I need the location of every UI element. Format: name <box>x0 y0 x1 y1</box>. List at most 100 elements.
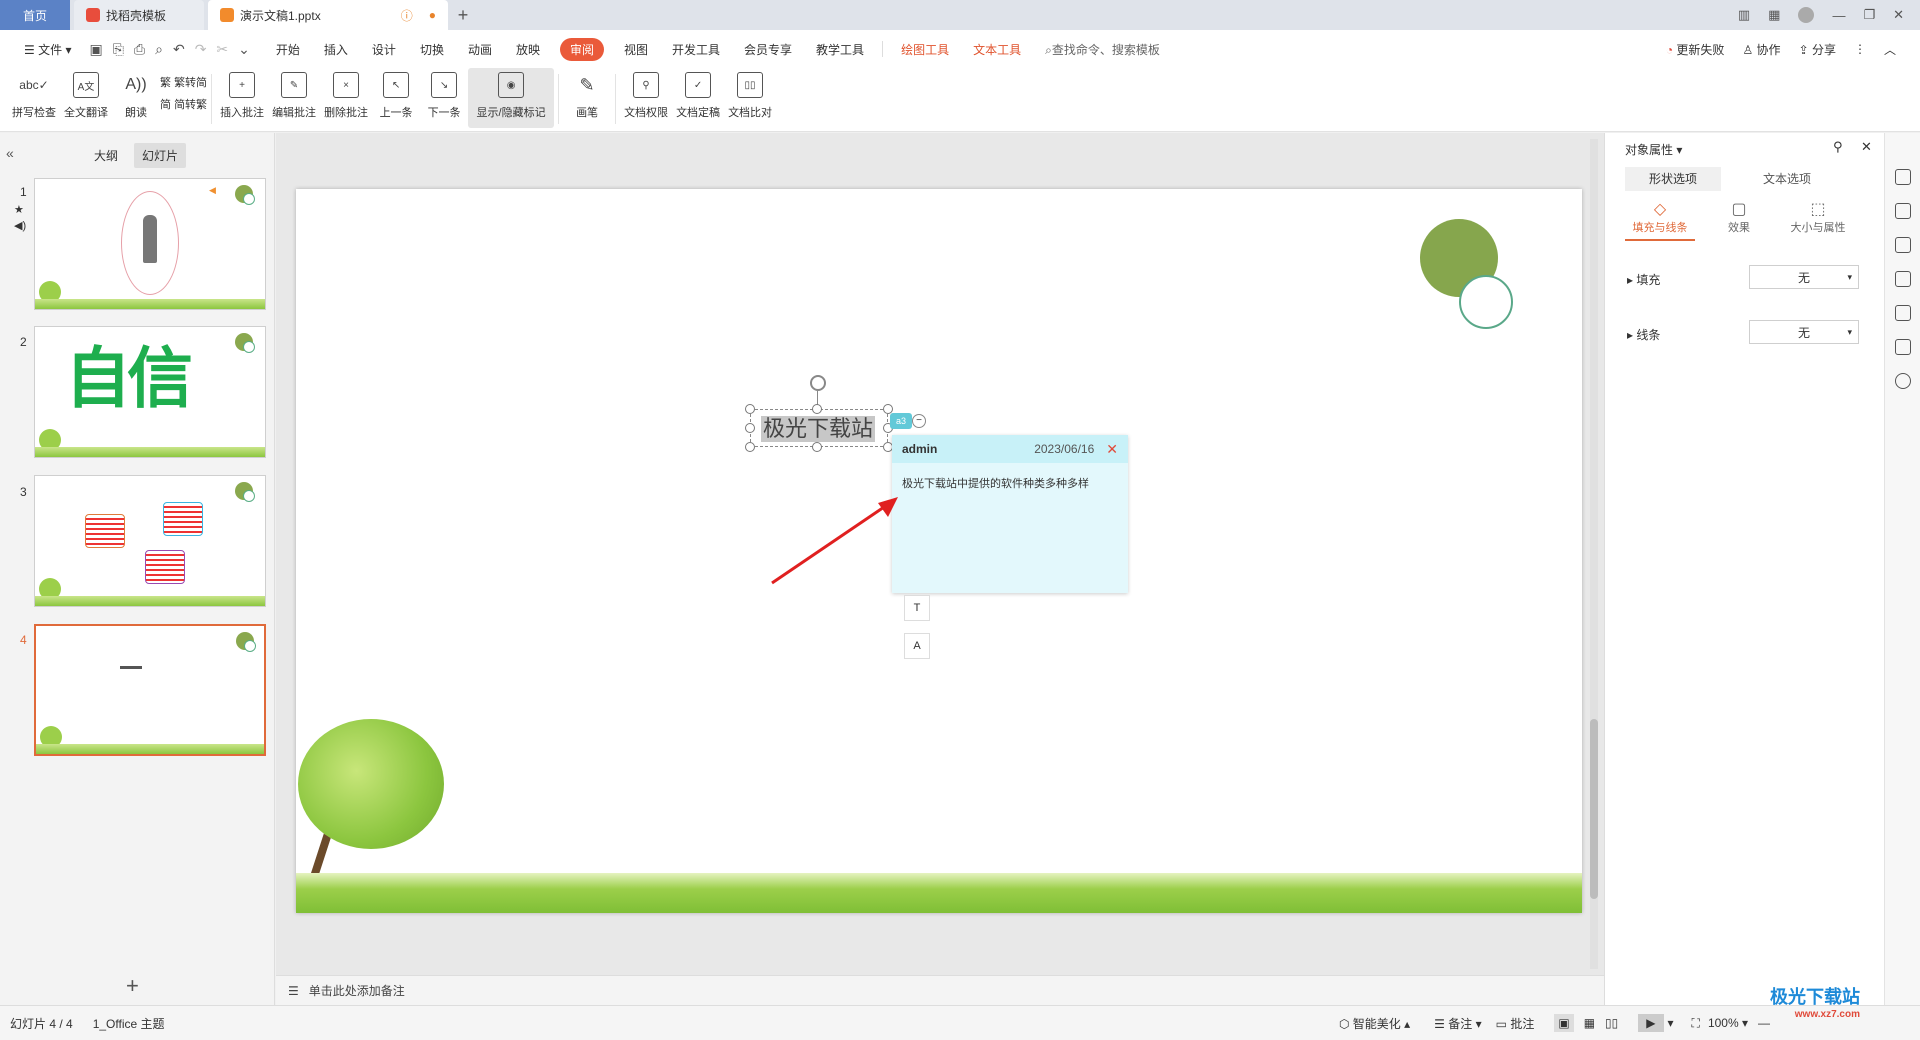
menu-member[interactable]: 会员专享 <box>732 41 804 58</box>
command-search[interactable]: ⌕查找命令、搜索模板 <box>1033 41 1172 58</box>
fill-dropdown[interactable]: 无 ▾ <box>1749 265 1859 289</box>
text-style-icon[interactable]: A <box>904 633 930 659</box>
menu-transition[interactable]: 切换 <box>408 41 456 58</box>
subtab-size[interactable]: ⬚ 大小与属性 <box>1773 199 1863 235</box>
resize-handle[interactable] <box>745 404 755 414</box>
save-icon[interactable]: ▣ <box>89 41 102 58</box>
menu-start[interactable]: 开始 <box>264 41 312 58</box>
file-menu[interactable]: ☰ 文件 ▾ <box>12 41 83 58</box>
collab-button[interactable]: ♙ 协作 <box>1742 41 1780 58</box>
next-comment-button[interactable]: ↘ 下一条 <box>420 68 468 128</box>
edit-comment-button[interactable]: ✎ 编辑批注 <box>268 68 320 128</box>
textbox-text[interactable]: 极光下载站 <box>761 416 876 442</box>
tab-outline[interactable]: 大纲 <box>94 147 118 164</box>
new-tab-button[interactable]: + <box>448 0 478 30</box>
slide-thumbnail-3[interactable] <box>34 475 266 607</box>
undo-icon[interactable]: ↶ <box>173 41 185 58</box>
resize-handle[interactable] <box>745 442 755 452</box>
line-section[interactable]: ▸ 线条 <box>1627 326 1660 343</box>
properties-icon[interactable] <box>1894 169 1911 185</box>
tab-slides[interactable]: 幻灯片 <box>134 143 187 168</box>
rotate-handle[interactable] <box>810 375 826 391</box>
collapse-panel-icon[interactable]: « <box>6 145 14 161</box>
notes-toggle[interactable]: ☰ 备注 ▾ <box>1434 1015 1481 1032</box>
pin-icon[interactable] <box>1894 203 1911 219</box>
tab-home[interactable]: 首页 <box>0 0 70 30</box>
more-icon[interactable]: ⋮ <box>1854 42 1866 56</box>
location-icon[interactable] <box>1894 305 1911 321</box>
insert-comment-button[interactable]: + 插入批注 <box>216 68 268 128</box>
notes-bar[interactable]: ☰ 单击此处添加备注 <box>276 975 1604 1005</box>
finalize-button[interactable]: ✓ 文档定稿 <box>672 68 724 128</box>
panel-title[interactable]: 对象属性 ▾ <box>1625 141 1682 158</box>
prev-comment-button[interactable]: ↖ 上一条 <box>372 68 420 128</box>
resize-handle[interactable] <box>745 423 755 433</box>
pin-icon[interactable]: ⚲ <box>1833 139 1843 155</box>
resize-handle[interactable] <box>812 442 822 452</box>
text-format-icon[interactable]: T <box>904 595 930 621</box>
menu-teaching[interactable]: 教学工具 <box>804 41 876 58</box>
delete-comment-button[interactable]: × 删除批注 <box>320 68 372 128</box>
format-painter-icon[interactable]: ✂ <box>216 41 228 58</box>
collapse-comment-icon[interactable]: − <box>912 414 926 428</box>
theme-name[interactable]: 1_Office 主题 <box>93 1015 165 1032</box>
reading-view-icon[interactable]: ▯▯ <box>1605 1016 1618 1030</box>
selected-textbox[interactable]: 极光下载站 <box>750 409 888 447</box>
comments-toggle[interactable]: ▭ 批注 <box>1496 1015 1535 1032</box>
menu-view[interactable]: 视图 <box>612 41 660 58</box>
menu-text-tools[interactable]: 文本工具 <box>961 41 1033 58</box>
slides-icon[interactable] <box>1894 237 1911 253</box>
simp-to-trad-button[interactable]: 简 简转繁 <box>160 96 207 112</box>
compare-button[interactable]: ▯▯ 文档比对 <box>724 68 776 128</box>
layout-icon[interactable]: ▥ <box>1738 7 1750 23</box>
comment-badge[interactable]: a3 <box>890 413 912 429</box>
resize-handle[interactable] <box>812 404 822 414</box>
slide-canvas[interactable]: 极光下载站 a3 − admin 2023/06/16 ✕ 极光下载站中提供的软… <box>296 189 1582 913</box>
redo-icon[interactable]: ↷ <box>195 41 207 58</box>
menu-drawing-tools[interactable]: 绘图工具 <box>889 41 961 58</box>
slide-thumbnail-4[interactable] <box>34 624 266 756</box>
tab-template[interactable]: 找稻壳模板 <box>74 0 204 30</box>
trad-to-simp-button[interactable]: 繁 繁转简 <box>160 74 207 90</box>
slide-thumbnail-1[interactable]: ◀ <box>34 178 266 310</box>
menu-animation[interactable]: 动画 <box>456 41 504 58</box>
normal-view-icon[interactable]: ▣ <box>1554 1014 1574 1032</box>
line-dropdown[interactable]: 无 ▾ <box>1749 320 1859 344</box>
book-icon[interactable] <box>1894 339 1911 355</box>
help-icon[interactable] <box>1894 373 1911 389</box>
zoom-out-icon[interactable]: — <box>1758 1016 1770 1030</box>
fit-window-icon[interactable]: ⛶ <box>1692 1016 1700 1031</box>
preview-icon[interactable]: ⌕ <box>155 41 163 58</box>
spell-check-button[interactable]: abc✓ 拼写检查 <box>8 68 60 128</box>
close-icon[interactable]: ✕ <box>1893 7 1904 23</box>
sorter-view-icon[interactable]: ▦ <box>1584 1016 1595 1030</box>
zoom-level[interactable]: 100% ▾ <box>1708 1016 1748 1030</box>
close-panel-icon[interactable]: ✕ <box>1861 139 1872 155</box>
avatar[interactable] <box>1798 7 1815 23</box>
beautify-button[interactable]: ⬡ 智能美化 ▴ <box>1339 1015 1410 1032</box>
chevron-down-icon[interactable]: ⌄ <box>238 41 250 58</box>
menu-developer[interactable]: 开发工具 <box>660 41 732 58</box>
slide-thumbnail-2[interactable]: 自信 <box>34 326 266 458</box>
menu-review[interactable]: 审阅 <box>559 37 604 61</box>
collapse-ribbon-icon[interactable]: ︿ <box>1884 41 1896 58</box>
read-aloud-button[interactable]: A)) 朗读 <box>112 68 160 128</box>
pen-button[interactable]: ✎ 画笔 <box>563 68 611 128</box>
play-icon[interactable]: ▶ <box>1638 1014 1664 1032</box>
close-comment-icon[interactable]: ✕ <box>1106 441 1118 458</box>
play-options-icon[interactable]: ▾ <box>1668 1016 1674 1030</box>
minimize-icon[interactable]: — <box>1832 8 1845 23</box>
subtab-fill-line[interactable]: ◇ 填充与线条 <box>1625 199 1695 241</box>
tab-text-options[interactable]: 文本选项 <box>1739 167 1835 191</box>
vertical-scrollbar[interactable] <box>1590 139 1598 969</box>
fill-section[interactable]: ▸ 填充 <box>1627 271 1660 288</box>
tab-document[interactable]: 演示文稿1.pptx ⓘ ● <box>208 0 448 30</box>
scrollbar-thumb[interactable] <box>1590 719 1598 899</box>
subtab-effect[interactable]: ▢ 效果 <box>1709 199 1769 235</box>
print-icon[interactable]: ⎙ <box>134 41 145 58</box>
translate-button[interactable]: A文 全文翻译 <box>60 68 112 128</box>
image-icon[interactable] <box>1894 271 1911 287</box>
comment-text[interactable]: 极光下载站中提供的软件种类多种多样 <box>892 463 1128 503</box>
comment-card[interactable]: admin 2023/06/16 ✕ 极光下载站中提供的软件种类多种多样 <box>892 435 1128 593</box>
export-icon[interactable]: ⎘ <box>113 41 124 58</box>
